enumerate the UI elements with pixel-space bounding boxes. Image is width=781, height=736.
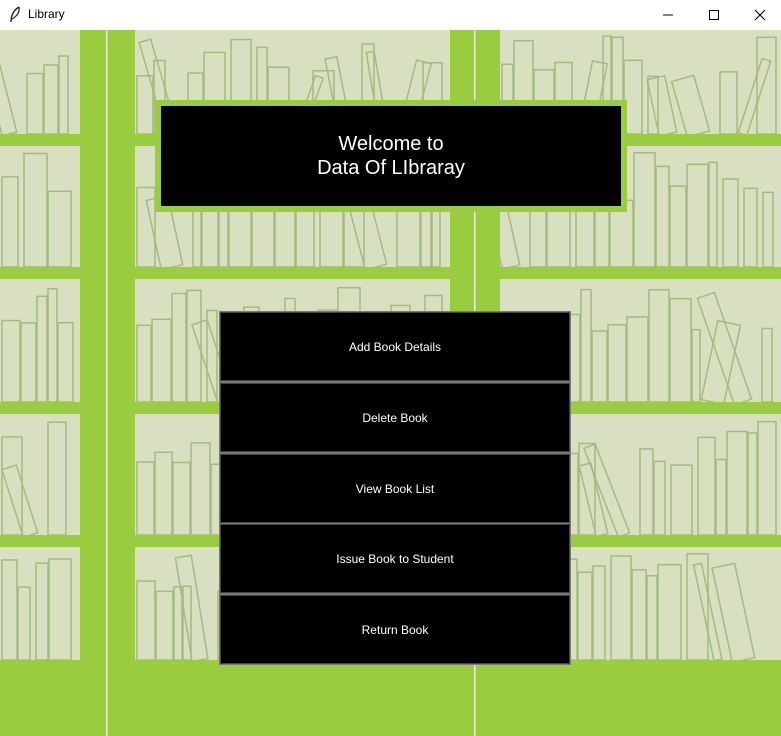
book-spine — [171, 292, 187, 403]
book-spine — [726, 430, 748, 536]
book-spine — [1, 436, 23, 536]
app-canvas: Welcome to Data Of LIbraray Add Book Det… — [0, 30, 781, 736]
book-spine — [1, 559, 18, 661]
book-spine — [172, 461, 191, 536]
maximize-icon — [709, 10, 719, 20]
feather-icon — [10, 6, 20, 23]
minimize-icon — [663, 14, 673, 16]
book-spine — [686, 163, 709, 268]
book-spine — [43, 64, 59, 135]
heading-line-2: Data Of LIbraray — [317, 157, 465, 179]
book-spine — [757, 420, 777, 536]
issue-book-button[interactable]: Issue Book to Student — [220, 524, 570, 593]
book-spine — [154, 451, 173, 536]
book-spine — [633, 152, 656, 268]
book-spine — [639, 448, 654, 536]
minimize-button[interactable] — [645, 0, 691, 30]
shelf-post — [107, 30, 135, 736]
book-spine — [653, 460, 666, 536]
book-spine — [743, 187, 758, 268]
close-button[interactable] — [737, 0, 781, 30]
book-spine — [151, 318, 172, 403]
close-icon — [754, 9, 766, 21]
book-spine — [35, 562, 49, 661]
book-spine — [756, 36, 777, 135]
book-spine — [20, 322, 37, 403]
book-spine — [715, 458, 727, 536]
book-spine — [136, 324, 152, 403]
delete-book-button[interactable]: Delete Book — [220, 383, 570, 452]
main-menu: Add Book Details Delete Book View Book L… — [219, 311, 571, 665]
book-spine — [696, 291, 753, 406]
book-spine — [626, 316, 649, 403]
book-spine — [582, 443, 631, 539]
floor-divider — [106, 660, 108, 736]
maximize-button[interactable] — [691, 0, 737, 30]
book-spine — [23, 152, 48, 268]
book-spine — [0, 53, 18, 137]
view-book-list-button[interactable]: View Book List — [220, 454, 570, 523]
shelf-post — [80, 30, 107, 736]
welcome-heading-panel: Welcome to Data Of LIbraray — [155, 100, 627, 212]
book-spine — [577, 571, 593, 661]
window-titlebar[interactable]: Library — [0, 0, 781, 30]
shelf-divider — [106, 30, 108, 736]
book-spine — [697, 436, 716, 536]
book-spine — [722, 178, 739, 268]
book-spine — [737, 57, 772, 137]
book-spine — [669, 297, 692, 403]
book-spine — [670, 464, 693, 536]
book-spine — [48, 558, 72, 661]
book-spine — [708, 161, 718, 268]
book-spine — [646, 575, 658, 661]
book-spine — [1, 176, 19, 268]
book-spine — [686, 553, 709, 661]
book-spine — [17, 586, 31, 661]
book-spine — [591, 330, 608, 403]
book-spine — [47, 288, 58, 403]
add-book-button[interactable]: Add Book Details — [220, 312, 570, 381]
book-spine — [155, 590, 174, 661]
book-spine — [657, 563, 682, 661]
book-spine — [1, 319, 21, 403]
book-spine — [648, 289, 670, 403]
book-spine — [592, 565, 606, 661]
book-spine — [47, 190, 72, 268]
book-spine — [762, 191, 774, 268]
book-spine — [36, 295, 48, 403]
book-spine — [761, 327, 773, 403]
book-spine — [655, 165, 670, 268]
book-spine — [631, 568, 647, 661]
book-spine — [173, 586, 183, 661]
book-spine — [47, 421, 67, 536]
book-spine — [719, 71, 738, 135]
book-spine — [26, 72, 44, 135]
book-spine — [669, 185, 687, 268]
window-title: Library — [28, 7, 65, 21]
book-spine — [190, 442, 211, 536]
heading-line-1: Welcome to — [338, 133, 444, 155]
book-spine — [691, 328, 701, 403]
shelf-floor — [0, 660, 781, 736]
book-spine — [58, 55, 69, 135]
book-spine — [610, 555, 632, 661]
floor-divider — [474, 660, 476, 736]
book-spine — [1, 464, 39, 539]
book-spine — [136, 580, 156, 661]
book-spine — [700, 319, 742, 406]
book-spine — [711, 562, 756, 664]
return-book-button[interactable]: Return Book — [220, 595, 570, 664]
book-spine — [747, 432, 758, 536]
book-spine — [607, 324, 627, 403]
book-spine — [57, 321, 74, 403]
book-spine — [670, 74, 711, 139]
book-spine — [580, 288, 592, 403]
book-spine — [136, 461, 155, 536]
